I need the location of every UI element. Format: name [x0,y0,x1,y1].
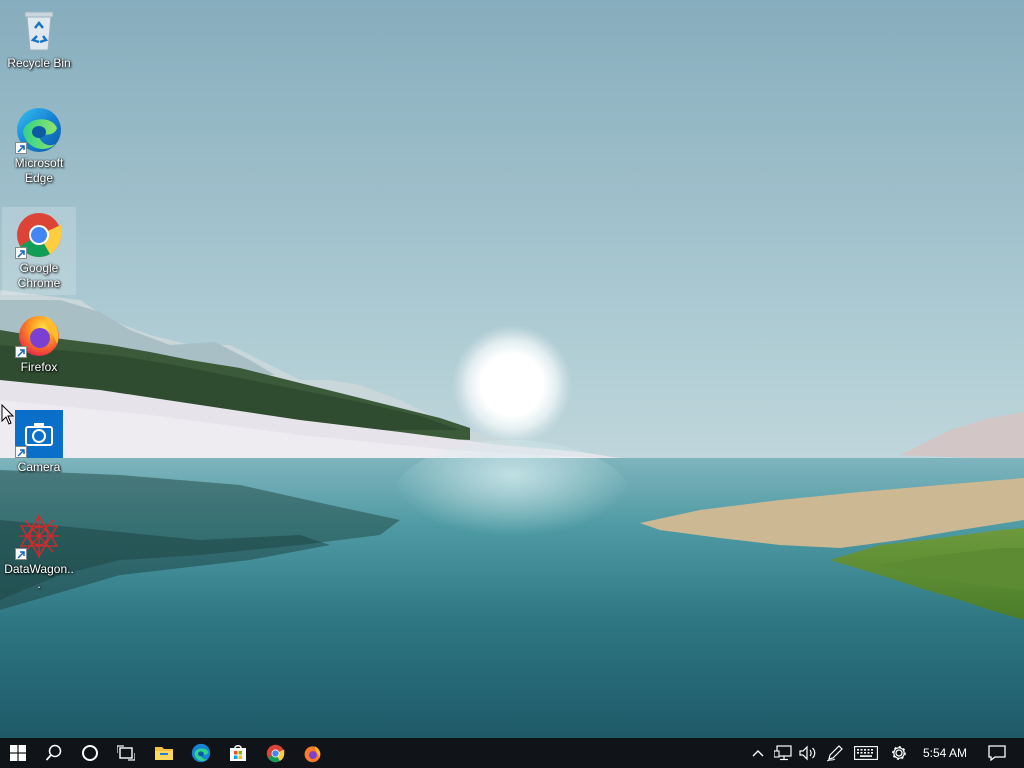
desktop-icon-label: Microsoft Edge [14,156,64,185]
taskbar-store[interactable] [220,738,256,768]
desktop-icon-datawagon[interactable]: DataWagon... [2,508,76,591]
network-icon [774,745,792,761]
mouse-cursor-icon [1,404,15,425]
cortana-button[interactable] [72,738,108,768]
desktop-icon-label: Camera [17,460,61,474]
shortcut-arrow-icon [15,548,27,560]
windows-start-icon [10,745,26,761]
wallpaper [0,0,1024,738]
store-icon [230,745,246,761]
show-hidden-icons-button[interactable] [748,738,768,768]
keyboard-icon [854,746,878,760]
volume-icon [799,745,816,761]
datawagon-icon [15,512,63,560]
firefox-icon [304,745,320,762]
search-button[interactable] [36,738,72,768]
task-view-button[interactable] [108,738,144,768]
desktop-icon-label: Google Chrome [17,261,61,290]
action-center-icon [988,745,1006,761]
cortana-icon [82,745,98,761]
search-icon [45,744,62,761]
chrome-icon [266,744,284,762]
taskbar-file-explorer[interactable] [146,738,182,768]
edge-icon [191,743,211,763]
volume-button[interactable] [796,738,820,768]
edge-icon [15,106,63,154]
camera-icon [15,410,63,458]
action-center-button[interactable] [982,738,1012,768]
shortcut-arrow-icon [15,346,27,358]
taskbar: 5:54 AM [0,738,1024,768]
desktop-icon-recycle-bin[interactable]: Recycle Bin [2,2,76,76]
taskbar-firefox[interactable] [294,738,330,768]
file-explorer-icon [155,747,173,760]
settings-button[interactable] [887,738,911,768]
shortcut-arrow-icon [15,247,27,259]
recycle-bin-icon [15,6,63,54]
desktop-icon-firefox[interactable]: Firefox [2,306,76,380]
taskbar-chrome[interactable] [257,738,293,768]
pen-workspace-button[interactable] [823,738,847,768]
start-button[interactable] [0,738,36,768]
desktop[interactable]: Recycle Bin Microsoft Edge Google Chrome… [0,0,1024,738]
shortcut-arrow-icon [15,142,27,154]
touch-keyboard-button[interactable] [851,738,881,768]
chevron-up-icon [752,750,764,757]
task-view-icon [117,745,135,761]
desktop-icon-label: Firefox [20,360,58,374]
desktop-icon-microsoft-edge[interactable]: Microsoft Edge [2,102,76,190]
chrome-icon [15,211,63,259]
network-button[interactable] [771,738,795,768]
clock-time: 5:54 AM [922,746,968,760]
desktop-icon-google-chrome[interactable]: Google Chrome [2,207,76,295]
taskbar-clock[interactable]: 5:54 AM [914,738,976,768]
settings-gear-icon [892,746,906,760]
shortcut-arrow-icon [15,446,27,458]
firefox-icon [15,310,63,358]
desktop-icon-label: Recycle Bin [7,56,71,70]
taskbar-edge[interactable] [183,738,219,768]
desktop-icon-label: DataWagon... [4,562,74,591]
pen-icon [826,745,843,762]
